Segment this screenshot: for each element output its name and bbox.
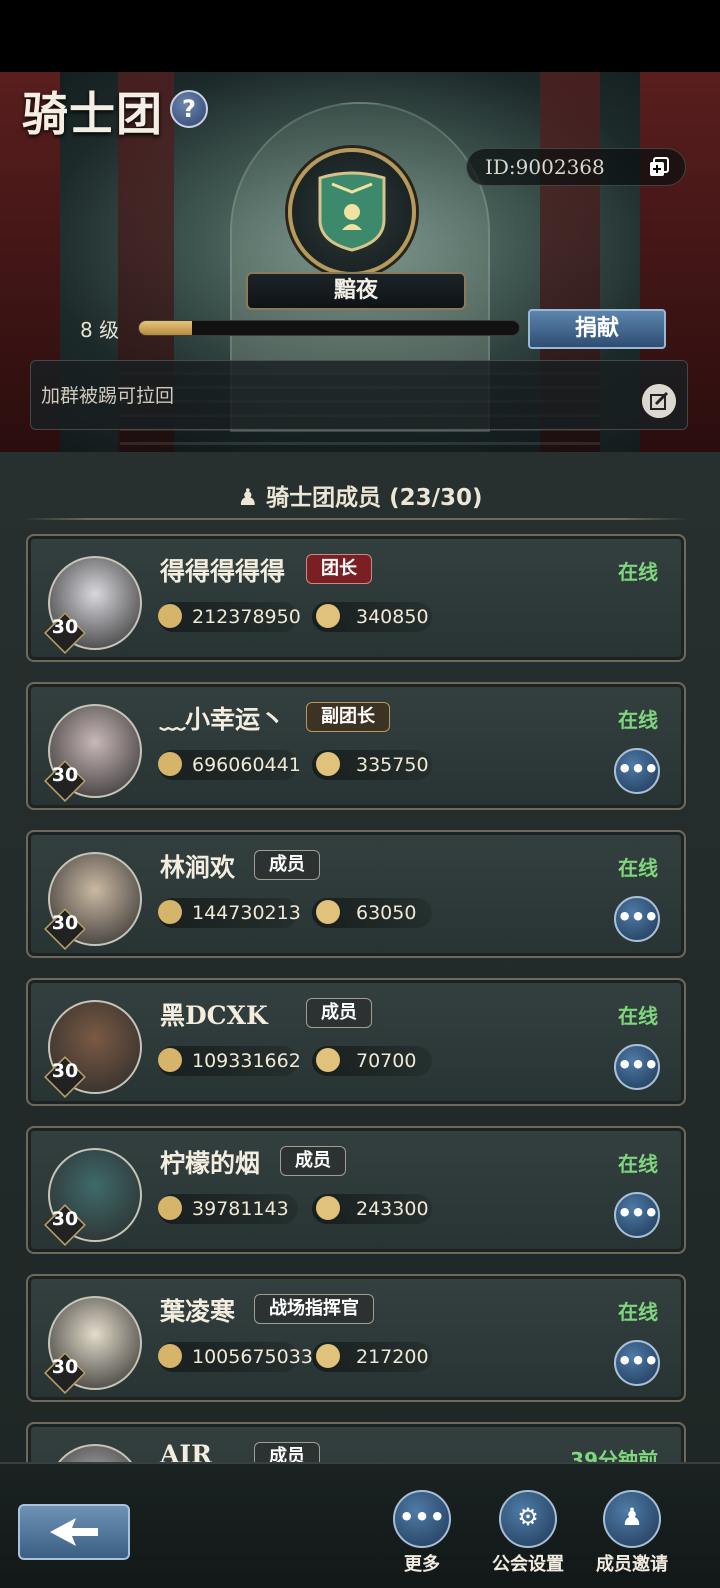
online-status: 在线 (618, 560, 658, 584)
coin-stat: 243300 (312, 1194, 432, 1224)
invite-icon: ♟ (603, 1490, 661, 1548)
role-badge: 成员 (280, 1146, 346, 1176)
divider (22, 518, 690, 520)
level-badge-text: 30 (51, 764, 79, 786)
coin-icon (316, 1048, 340, 1072)
page-title: 骑士团 (22, 87, 163, 141)
member-card[interactable]: 30 林涧欢 成员 在线 144730213 63050 ••• (26, 830, 686, 958)
fist-icon (158, 900, 182, 924)
level-progress-fill (139, 321, 193, 335)
guild-emblem-icon[interactable] (318, 170, 386, 252)
back-button[interactable] (18, 1504, 130, 1560)
member-name: 柠檬的烟 (160, 1149, 261, 1178)
members-heading: ♟ 骑士团成员 (23/30) (237, 485, 483, 511)
coin-stat: 70700 (312, 1046, 432, 1076)
online-status: 在线 (618, 856, 658, 880)
members-icon: ♟ (237, 485, 267, 511)
guild-settings-button[interactable]: ⚙ 公会设置 (488, 1490, 568, 1576)
member-options-button[interactable]: ••• (614, 896, 660, 942)
guild-notice: 加群被踢可拉回 (30, 360, 688, 430)
status-bar (0, 0, 720, 72)
member-name: 林涧欢 (160, 853, 236, 882)
bottom-bar: ••• 更多 ⚙ 公会设置 ♟ 成员邀请 (0, 1462, 720, 1588)
back-arrow-icon (50, 1518, 98, 1546)
level-badge-text: 30 (51, 616, 79, 638)
level-badge-text: 30 (51, 912, 79, 934)
avatar[interactable] (48, 1444, 142, 1462)
member-name: AIR (160, 1440, 212, 1462)
member-options-button[interactable]: ••• (614, 1044, 660, 1090)
notice-text: 加群被踢可拉回 (41, 385, 175, 407)
online-status: 在线 (618, 708, 658, 732)
coin-icon (316, 1344, 340, 1368)
member-name: ﹏小幸运丶 (160, 705, 286, 734)
fist-icon (158, 1196, 182, 1220)
fist-icon (158, 1344, 182, 1368)
invite-member-button[interactable]: ♟ 成员邀请 (592, 1490, 672, 1576)
member-name: 葉凌寒 (160, 1297, 236, 1326)
edit-icon[interactable] (642, 384, 676, 418)
fist-icon (158, 752, 182, 776)
coin-stat: 63050 (312, 898, 432, 928)
gear-icon: ⚙ (499, 1490, 557, 1548)
role-badge: 成员 (306, 998, 372, 1028)
coin-stat: 217200 (312, 1342, 432, 1372)
online-status: 在线 (618, 1004, 658, 1028)
level-badge-text: 30 (51, 1060, 79, 1082)
help-icon[interactable]: ? (170, 90, 208, 128)
member-name: 得得得得得 (160, 557, 286, 586)
coin-icon (316, 900, 340, 924)
role-badge: 成员 (254, 850, 320, 880)
member-options-button[interactable]: ••• (614, 1192, 660, 1238)
role-badge: 副团长 (306, 702, 390, 732)
coin-stat: 340850 (312, 602, 432, 632)
member-card[interactable]: 30 ﹏小幸运丶 副团长 在线 696060441 335750 ••• (26, 682, 686, 810)
role-badge: 成员 (254, 1442, 320, 1462)
member-card[interactable]: 30 葉凌寒 战场指挥官 在线 1005675033 217200 ••• (26, 1274, 686, 1402)
coin-icon (316, 604, 340, 628)
member-card[interactable]: 30 AIR 成员 39分钟前 ••• (26, 1422, 686, 1462)
coin-stat: 335750 (312, 750, 432, 780)
guild-level: 8 级 (80, 318, 120, 342)
donate-button[interactable]: 捐献 (528, 309, 666, 349)
members-panel[interactable]: ♟ 骑士团成员 (23/30) 30 得得得得得 团长 在线 212378950… (0, 452, 720, 1462)
fist-icon (158, 604, 182, 628)
more-icon: ••• (393, 1490, 451, 1548)
level-badge-text: 30 (51, 1356, 79, 1378)
coin-icon (316, 1196, 340, 1220)
copy-icon[interactable] (648, 156, 670, 178)
member-name: 黑DCXK (160, 1001, 268, 1030)
online-status: 在线 (618, 1300, 658, 1324)
fist-icon (158, 1048, 182, 1072)
member-card[interactable]: 30 黑DCXK 成员 在线 109331662 70700 ••• (26, 978, 686, 1106)
power-stat: 39781143 (158, 1194, 298, 1224)
member-options-button[interactable]: ••• (614, 1340, 660, 1386)
member-card[interactable]: 30 柠檬的烟 成员 在线 39781143 243300 ••• (26, 1126, 686, 1254)
online-status: 在线 (618, 1152, 658, 1176)
level-badge-text: 30 (51, 1208, 79, 1230)
member-card[interactable]: 30 得得得得得 团长 在线 212378950 340850 (26, 534, 686, 662)
online-status: 39分钟前 (570, 1448, 658, 1462)
power-stat: 109331662 (158, 1046, 301, 1076)
level-progress-bar (138, 320, 520, 336)
power-stat: 144730213 (158, 898, 301, 928)
role-badge: 战场指挥官 (254, 1294, 374, 1324)
member-options-button[interactable]: ••• (614, 748, 660, 794)
power-stat: 1005675033 (158, 1342, 313, 1372)
guild-name: 黯夜 (246, 272, 466, 310)
more-button[interactable]: ••• 更多 (382, 1490, 462, 1576)
coin-icon (316, 752, 340, 776)
role-badge: 团长 (306, 554, 372, 584)
power-stat: 696060441 (158, 750, 301, 780)
power-stat: 212378950 (158, 602, 301, 632)
